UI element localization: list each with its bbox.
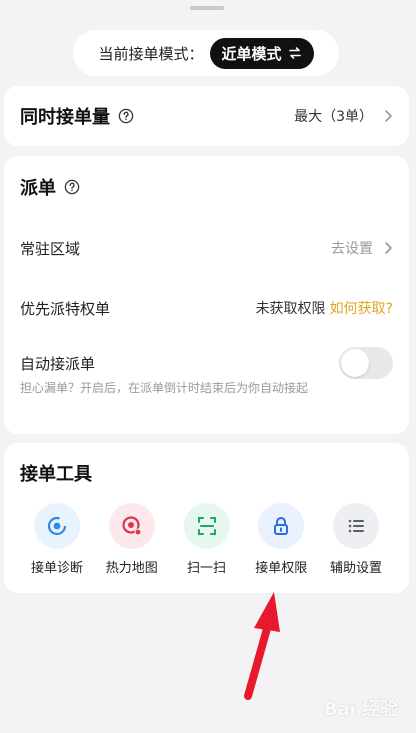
- help-icon[interactable]: [64, 179, 80, 195]
- priority-dispatch-label: 优先派特权单: [20, 299, 111, 318]
- tool-label: 接单权限: [255, 561, 308, 576]
- diagnosis-icon: [47, 516, 67, 536]
- tools-card: 接单工具 接单诊断 热力地图 扫一扫 接单权限 辅助设置: [4, 443, 409, 593]
- resident-area-row[interactable]: 常驻区域 去设置: [20, 218, 393, 278]
- annotation-arrow-icon: [244, 592, 280, 700]
- mode-label: 当前接单模式：: [98, 44, 204, 63]
- tool-label: 辅助设置: [329, 561, 382, 576]
- heatmap-icon: [122, 516, 142, 536]
- simultaneous-value: 最大（3单）: [294, 109, 373, 125]
- how-to-get-link[interactable]: 如何获取?: [330, 298, 393, 318]
- tool-diagnosis[interactable]: 接单诊断: [22, 503, 92, 576]
- dispatch-title: 派单: [20, 178, 56, 199]
- tool-permission[interactable]: 接单权限: [246, 503, 316, 576]
- scan-icon: [197, 517, 216, 535]
- simultaneous-orders-row[interactable]: 同时接单量 最大（3单）: [4, 86, 409, 146]
- auto-dispatch-toggle[interactable]: [339, 347, 393, 379]
- chevron-right-icon: [385, 110, 392, 122]
- auto-dispatch-row: 自动接派单 担心漏单？开启后，在派单倒计时结束后为你自动接起: [20, 338, 393, 397]
- priority-status: 未获取权限: [255, 301, 326, 317]
- tools-grid: 接单诊断 热力地图 扫一扫 接单权限 辅助设置: [20, 503, 393, 576]
- toggle-knob: [341, 349, 369, 377]
- tool-circle: [258, 503, 305, 549]
- priority-dispatch-row: 优先派特权单 未获取权限 如何获取?: [20, 278, 393, 338]
- simultaneous-title: 同时接单量: [20, 107, 110, 128]
- tools-title: 接单工具: [20, 464, 92, 485]
- tool-label: 热力地图: [105, 561, 158, 576]
- tool-scan[interactable]: 扫一扫: [172, 503, 242, 576]
- tool-circle: [183, 503, 230, 549]
- swap-icon: [288, 47, 301, 59]
- watermark: Bai 经验: [323, 699, 398, 720]
- tool-heatmap[interactable]: 热力地图: [97, 503, 167, 576]
- resident-area-label: 常驻区域: [20, 239, 81, 258]
- list-icon: [348, 519, 364, 533]
- tool-circle: [108, 503, 155, 549]
- mode-selector: 当前接单模式： 近单模式: [73, 30, 339, 76]
- dispatch-card: 派单 常驻区域 去设置 优先派特权单 未获取权限 如何获取? 自动接派单 担心漏…: [4, 156, 409, 434]
- auto-dispatch-desc: 担心漏单？开启后，在派单倒计时结束后为你自动接起: [20, 381, 309, 395]
- drag-handle[interactable]: [190, 6, 224, 10]
- resident-area-value: 去设置: [331, 241, 373, 257]
- auto-dispatch-label: 自动接派单: [20, 354, 96, 373]
- tool-circle: [333, 503, 379, 549]
- tool-label: 扫一扫: [186, 561, 226, 576]
- help-icon[interactable]: [118, 108, 134, 124]
- tool-circle: [34, 503, 80, 549]
- mode-value: 近单模式: [221, 44, 282, 63]
- mode-switch-button[interactable]: 近单模式: [209, 37, 314, 69]
- tool-assist-settings[interactable]: 辅助设置: [321, 503, 391, 576]
- chevron-right-icon: [385, 242, 392, 254]
- tool-label: 接单诊断: [30, 561, 83, 576]
- lock-icon: [274, 517, 289, 535]
